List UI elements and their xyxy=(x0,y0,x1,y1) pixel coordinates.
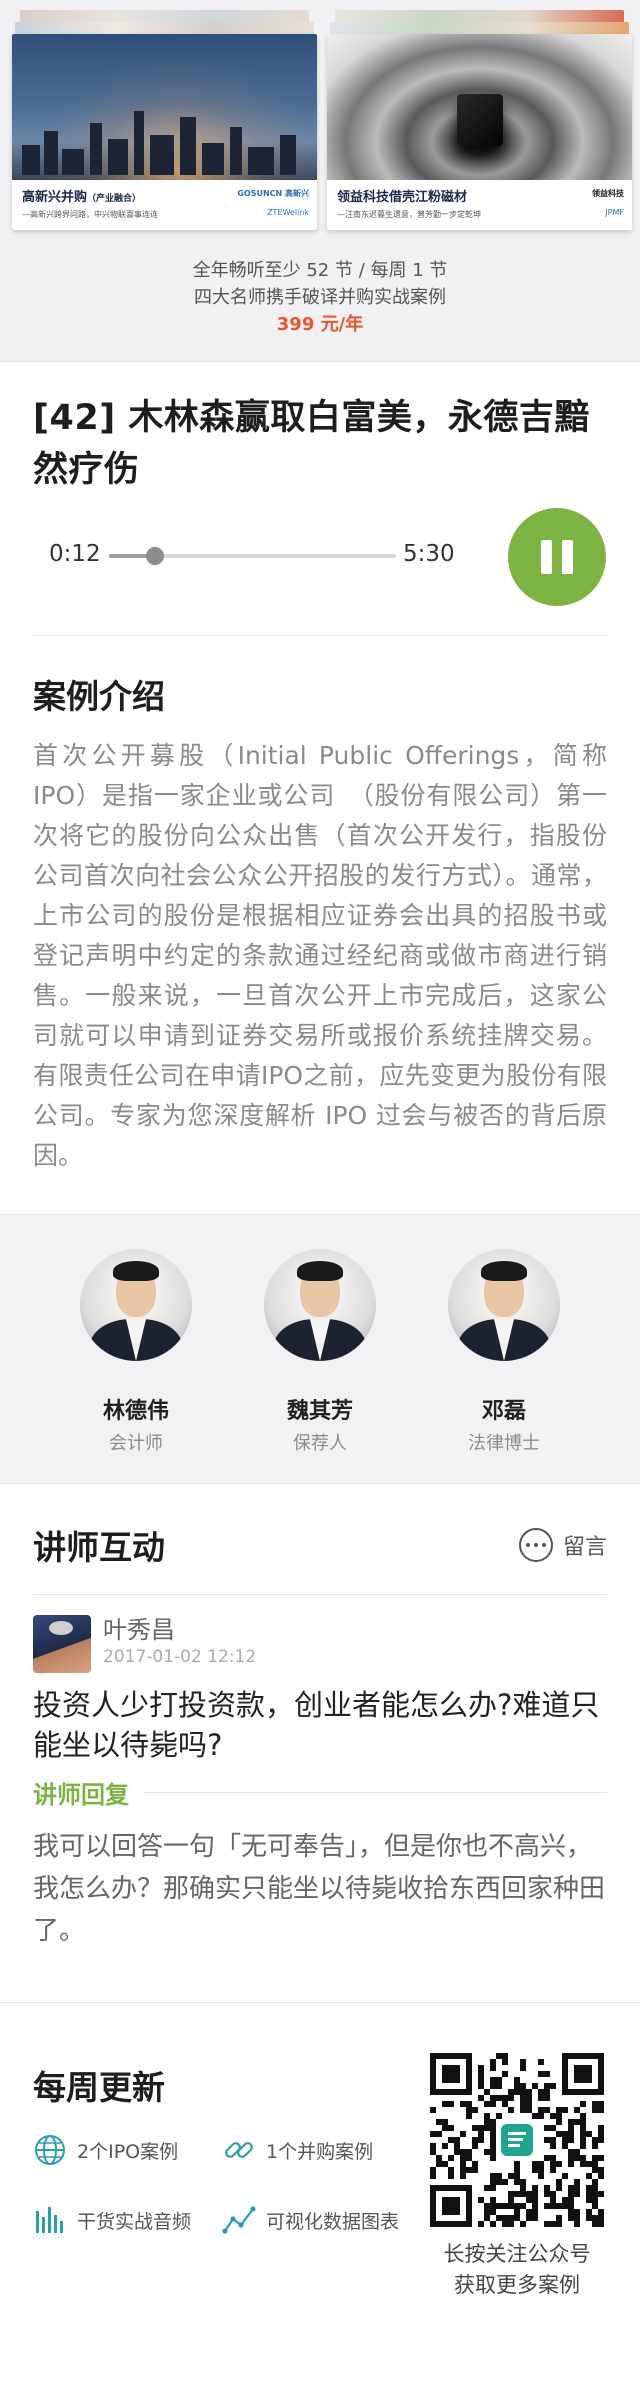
progress-track[interactable] xyxy=(109,547,396,565)
pause-icon xyxy=(541,540,552,574)
case-intro-text: 首次公开募股（Initial Public Offerings，简称IPO）是指… xyxy=(33,741,607,1170)
teacher-role: 法律博士 xyxy=(468,1433,540,1454)
teacher-role: 保荐人 xyxy=(293,1433,347,1454)
pause-button[interactable] xyxy=(508,508,606,606)
card-title: 领益科技借壳江粉磁材 xyxy=(337,190,468,205)
divider xyxy=(143,1792,607,1793)
subscription-info: 全年畅听至少 52 节 / 每周 1 节 四大名师携手破译并购实战案例 399 … xyxy=(0,257,640,339)
teacher-card[interactable]: 魏其芳 保荐人 xyxy=(264,1249,376,1483)
card-subtitle: —高新兴跨界问路，中兴物联喜事连连 xyxy=(22,210,158,219)
comment-text: 投资人少打投资款，创业者能怎么办?难道只能坐以待毙吗? xyxy=(33,1688,600,1762)
case-card-right[interactable]: 领益科技借壳江粉磁材 —汪南东迟暮生遗意，曾芳勤一步定乾坤 领益科技 JPMF xyxy=(327,10,632,230)
qr-code-image xyxy=(430,2053,604,2227)
card-caption: 领益科技借壳江粉磁材 —汪南东迟暮生遗意，曾芳勤一步定乾坤 领益科技 JPMF xyxy=(327,180,632,230)
comment-user-name: 叶秀昌 xyxy=(103,1616,175,1644)
promo-banner: 高新兴并购（产业融合） —高新兴跨界问路，中兴物联喜事连连 GOSUNCN 高新… xyxy=(0,0,640,362)
case-card[interactable]: 高新兴并购（产业融合） —高新兴跨界问路，中兴物联喜事连连 GOSUNCN 高新… xyxy=(12,34,317,230)
interaction-header: 讲师互动 留言 xyxy=(33,1484,607,1570)
teacher-avatar xyxy=(80,1249,192,1361)
pause-icon xyxy=(562,540,573,574)
episode-title: [42] 木林森赢取白富美，永德吉黯然疗伤 xyxy=(33,398,590,490)
qr-caption-line-2: 获取更多案例 xyxy=(454,2273,580,2297)
section-title: 每周更新 xyxy=(33,2068,165,2107)
comment-timestamp: 2017-01-02 12:12 xyxy=(103,1647,257,1667)
line-chart-icon xyxy=(222,2206,256,2234)
total-time: 5:30 xyxy=(403,541,455,567)
avatar[interactable] xyxy=(33,1615,91,1673)
teacher-avatar xyxy=(448,1249,560,1361)
comment-item: 叶秀昌 2017-01-02 12:12 投资人少打投资款，创业者能怎么办?难道… xyxy=(33,1594,607,1952)
gosuncn-logo: GOSUNCN 高新兴 xyxy=(237,189,309,198)
city-skyline xyxy=(12,105,317,175)
audio-bars-icon xyxy=(36,2207,63,2233)
feature-label: 可视化数据图表 xyxy=(266,2210,400,2233)
qr-caption: 长按关注公众号 获取更多案例 xyxy=(420,2239,614,2301)
subscription-price: 399 元/年 xyxy=(276,314,364,335)
magnet-cube xyxy=(456,94,503,146)
feature-item: 2个IPO案例 xyxy=(33,2133,178,2167)
teacher-card[interactable]: 邓磊 法律博士 xyxy=(448,1249,560,1483)
leave-message-button[interactable]: 留言 xyxy=(518,1528,607,1562)
reply-header: 讲师回复 xyxy=(33,1775,607,1810)
leave-message-label: 留言 xyxy=(562,1535,607,1560)
qr-caption-line-1: 长按关注公众号 xyxy=(443,2242,591,2266)
zte-logo: ZTEWelink xyxy=(267,208,309,217)
teacher-card[interactable]: 林德伟 会计师 xyxy=(80,1249,192,1483)
case-intro-section: 案例介绍 首次公开募股（Initial Public Offerings，简称I… xyxy=(0,636,640,1214)
lingyi-logo: 领益科技 xyxy=(592,189,624,198)
subscription-line-1: 全年畅听至少 52 节 / 每周 1 节 xyxy=(192,260,448,281)
globe-icon xyxy=(35,2135,65,2165)
feature-item: 干货实战音频 xyxy=(33,2203,191,2237)
section-title: 案例介绍 xyxy=(33,677,165,716)
teacher-name: 邓磊 xyxy=(481,1399,526,1424)
feature-label: 1个并购案例 xyxy=(266,2140,374,2163)
weekly-update-section: 每周更新 2个IPO案例 1个并购案例 干货实战音频 可视化数据图表 长按关注公… xyxy=(0,2002,640,2312)
card-subtitle: —汪南东迟暮生遗意，曾芳勤一步定乾坤 xyxy=(337,210,481,219)
episode-section: [42] 木林森赢取白富美，永德吉黯然疗伤 0:12 5:30 xyxy=(0,362,640,636)
interaction-section: 讲师互动 留言 叶秀昌 2017-01-02 12:12 投资人少打投资款，创业… xyxy=(0,1484,640,1952)
comment-user: 叶秀昌 2017-01-02 12:12 xyxy=(33,1615,607,1673)
feature-item: 可视化数据图表 xyxy=(222,2203,399,2237)
feature-item: 1个并购案例 xyxy=(222,2133,373,2167)
teacher-role: 会计师 xyxy=(109,1433,163,1454)
jpmf-logo: JPMF xyxy=(605,208,624,217)
chat-bubble-icon xyxy=(518,1528,553,1562)
teacher-name: 林德伟 xyxy=(102,1399,169,1424)
case-card[interactable]: 领益科技借壳江粉磁材 —汪南东迟暮生遗意，曾芳勤一步定乾坤 领益科技 JPMF xyxy=(327,34,632,230)
teacher-reply-label: 讲师回复 xyxy=(33,1781,129,1809)
audio-player: 0:12 5:30 xyxy=(33,496,607,636)
teacher-avatar xyxy=(264,1249,376,1361)
section-title: 讲师互动 xyxy=(33,1528,165,1567)
feature-label: 干货实战音频 xyxy=(77,2210,192,2233)
qr-code[interactable] xyxy=(430,2053,604,2227)
case-card-left[interactable]: 高新兴并购（产业融合） —高新兴跨界问路，中兴物联喜事连连 GOSUNCN 高新… xyxy=(12,10,317,230)
progress-thumb[interactable] xyxy=(145,547,164,565)
teacher-reply-text: 我可以回答一句「无可奉告」，但是你也不高兴，我怎么办？那确实只能坐以待毙收拾东西… xyxy=(33,1832,606,1946)
teacher-name: 魏其芳 xyxy=(286,1399,353,1424)
feature-label: 2个IPO案例 xyxy=(77,2140,179,2163)
teachers-section: 林德伟 会计师 魏其芳 保荐人 邓磊 法律博士 xyxy=(0,1214,640,1484)
current-time: 0:12 xyxy=(49,541,101,567)
card-caption: 高新兴并购（产业融合） —高新兴跨界问路，中兴物联喜事连连 GOSUNCN 高新… xyxy=(12,180,317,230)
subscription-line-2: 四大名师携手破译并购实战案例 xyxy=(194,287,446,308)
link-icon xyxy=(225,2142,253,2158)
